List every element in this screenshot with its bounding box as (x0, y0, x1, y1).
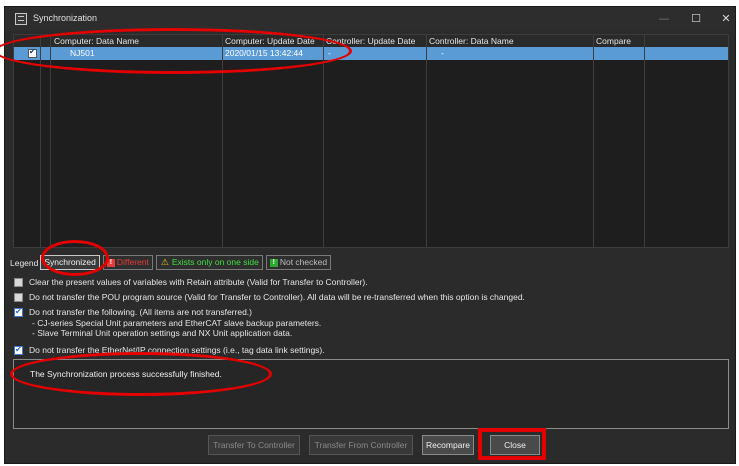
minimize-icon[interactable]: — (649, 11, 679, 27)
row-compare (596, 47, 644, 60)
col-computer-data-name[interactable]: Computer: Data Name (52, 35, 222, 47)
option-no-transfer-following[interactable]: Do not transfer the following. (All item… (14, 306, 734, 341)
legend-different-label: Different (116, 257, 149, 267)
col-compare[interactable]: Compare (594, 35, 644, 47)
option-clear-retain[interactable]: Clear the present values of variables wi… (14, 277, 734, 289)
not-checked-icon: ! (269, 258, 278, 267)
column-divider (593, 35, 594, 247)
column-divider (323, 35, 324, 247)
column-divider (644, 35, 645, 247)
legend: Legend Synchronized ! Different ⚠ Exists o… (10, 255, 334, 270)
maximize-icon[interactable]: ☐ (681, 11, 711, 27)
row-computer-update-date: 2020/01/15 13:42:44 (225, 48, 303, 58)
option-no-ethernetip[interactable]: Do not transfer the EtherNet/IP connecti… (14, 344, 734, 357)
col-computer-update-date[interactable]: Computer: Update Date (223, 35, 323, 47)
close-button[interactable]: Close (490, 435, 540, 455)
legend-different: ! Different (102, 255, 153, 270)
clear-retain-checkbox[interactable] (14, 278, 23, 287)
status-message: The Synchronization process successfully… (30, 369, 222, 379)
synchronization-window: Synchronization — ☐ ✕ Computer: Data Nam… (4, 6, 736, 464)
col-controller-data-name[interactable]: Controller: Data Name (427, 35, 593, 47)
legend-one-side: ⚠ Exists only on one side (155, 255, 263, 270)
column-divider (40, 35, 41, 247)
recompare-button[interactable]: Recompare (422, 435, 474, 455)
row-controller-update-date: - (328, 48, 331, 58)
warning-icon: ⚠ (160, 257, 169, 268)
app-icon (15, 13, 27, 25)
column-divider (222, 35, 223, 247)
row-computer-data-name: NJ501 (70, 48, 95, 58)
column-divider (50, 35, 51, 247)
close-window-icon[interactable]: ✕ (711, 11, 739, 27)
legend-label: Legend (10, 257, 39, 268)
col-controller-update-date[interactable]: Controller: Update Date (324, 35, 426, 47)
transfer-from-controller-button[interactable]: Transfer From Controller (309, 435, 413, 455)
legend-not-checked: ! Not checked (265, 255, 332, 270)
status-message-box: The Synchronization process successfully… (13, 359, 729, 429)
no-transfer-following-label: Do not transfer the following. (All item… (29, 307, 252, 317)
legend-one-side-label: Exists only on one side (171, 257, 259, 267)
no-ethernetip-checkbox[interactable] (14, 344, 23, 355)
no-transfer-following-checkbox[interactable] (14, 306, 23, 317)
row-controller-data-name: - (441, 48, 444, 58)
row-checkbox[interactable] (28, 47, 37, 58)
no-ethernetip-label: Do not transfer the EtherNet/IP connecti… (29, 345, 325, 355)
legend-not-checked-label: Not checked (279, 257, 328, 267)
clear-retain-label: Clear the present values of variables wi… (29, 277, 368, 287)
no-transfer-sub-item: - Slave Terminal Unit operation settings… (32, 328, 293, 338)
no-pou-source-checkbox[interactable] (14, 293, 23, 302)
title-bar: Synchronization — ☐ ✕ (5, 7, 735, 31)
option-no-pou-source[interactable]: Do not transfer the POU program source (… (14, 292, 734, 304)
different-icon: ! (106, 258, 115, 267)
sync-table: Computer: Data Name Computer: Update Dat… (13, 34, 729, 248)
column-divider (426, 35, 427, 247)
transfer-to-controller-button[interactable]: Transfer To Controller (208, 435, 300, 455)
legend-synchronized: Synchronized (40, 255, 100, 270)
window-title: Synchronization (33, 13, 98, 23)
no-pou-source-label: Do not transfer the POU program source (… (29, 292, 525, 302)
